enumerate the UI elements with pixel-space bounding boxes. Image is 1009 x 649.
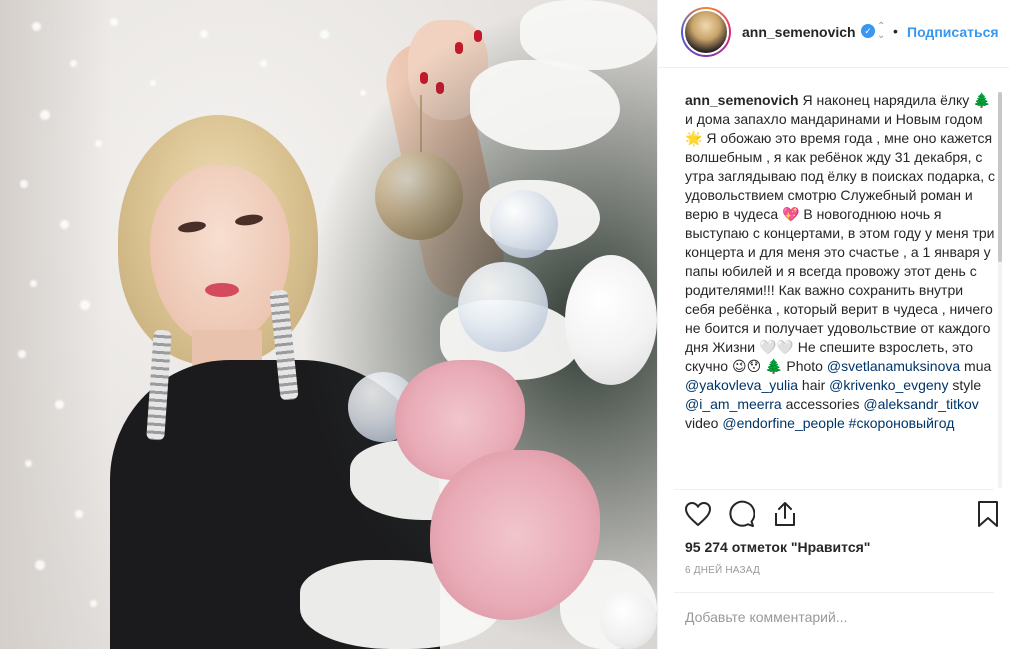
bokeh-light <box>60 220 69 229</box>
bokeh-light <box>40 110 50 120</box>
comment-button[interactable] <box>724 497 758 531</box>
chevron-up-down-icon: ⌃ ⌄ <box>877 21 886 41</box>
username[interactable]: ann_semenovich <box>742 24 856 40</box>
follow-button[interactable]: Подписаться <box>907 24 999 40</box>
bokeh-light <box>30 280 37 287</box>
mention-suffix: hair <box>798 377 830 393</box>
speech-bubble-icon <box>729 500 755 527</box>
bokeh-light <box>70 60 77 67</box>
bokeh-light <box>110 18 118 26</box>
lips <box>205 283 239 297</box>
mention-link[interactable]: @krivenko_evgeny <box>829 377 948 393</box>
bokeh-light <box>200 30 208 38</box>
avatar[interactable] <box>683 9 729 55</box>
bokeh-light <box>55 400 64 409</box>
share-upload-icon <box>775 502 795 526</box>
bokeh-light <box>25 460 32 467</box>
bookmark-icon <box>978 501 998 527</box>
glass-ornament <box>458 262 548 352</box>
mention-suffix: style <box>948 377 982 393</box>
mention-suffix: mua <box>960 358 992 374</box>
mention-suffix: video <box>685 415 723 431</box>
mention-suffix: accessories <box>781 396 864 412</box>
mention-link[interactable]: @svetlanamuksinova <box>827 358 960 374</box>
white-ornament <box>600 590 657 649</box>
divider <box>674 489 994 490</box>
mention-link[interactable]: @yakovleva_yulia <box>685 377 798 393</box>
bokeh-light <box>32 22 41 31</box>
bokeh-light <box>18 350 26 358</box>
post-timestamp[interactable]: 6 дней назад <box>685 565 760 576</box>
likes-count[interactable]: 95 274 отметок "Нравится" <box>685 539 870 555</box>
verified-badge-icon: ✓ <box>861 24 875 38</box>
separator-dot: • <box>893 23 898 39</box>
bokeh-light <box>260 60 267 67</box>
white-ornament <box>565 255 657 385</box>
glass-ornament <box>490 190 558 258</box>
bokeh-light <box>35 560 45 570</box>
divider <box>674 592 994 593</box>
bokeh-light <box>150 80 156 86</box>
like-button[interactable] <box>681 497 715 531</box>
caption-author[interactable]: ann_semenovich <box>685 92 799 108</box>
photo-wall-shadow <box>0 0 110 649</box>
mention-link[interactable]: @aleksandr_titkov <box>863 396 978 412</box>
bokeh-light <box>95 140 102 147</box>
save-button[interactable] <box>971 497 1005 531</box>
post-photo[interactable] <box>0 0 657 649</box>
bokeh-light <box>75 510 83 518</box>
mention-link[interactable]: @endorfine_people <box>722 415 844 431</box>
share-button[interactable] <box>768 497 802 531</box>
caption-text: Я наконец нарядила ёлку 🌲 и дома запахло… <box>685 92 995 374</box>
avatar-story-ring[interactable] <box>681 7 731 57</box>
caption-scrollbar-thumb[interactable] <box>998 92 1002 262</box>
heart-outline-icon <box>685 502 711 526</box>
bokeh-light <box>80 300 90 310</box>
post-sidebar: ann_semenovich ✓ ⌃ ⌄ • Подписаться ann_se… <box>657 0 1009 649</box>
hashtag-link[interactable]: #скороновыйгод <box>849 415 955 431</box>
mention-link[interactable]: @i_am_meerra <box>685 396 782 412</box>
bokeh-light <box>20 180 28 188</box>
post-header: ann_semenovich ✓ ⌃ ⌄ • Подписаться <box>658 0 1009 68</box>
post-caption: ann_semenovich Я наконец нарядила ёлку 🌲… <box>685 91 995 489</box>
bokeh-light <box>90 600 97 607</box>
comment-input[interactable] <box>685 605 985 629</box>
